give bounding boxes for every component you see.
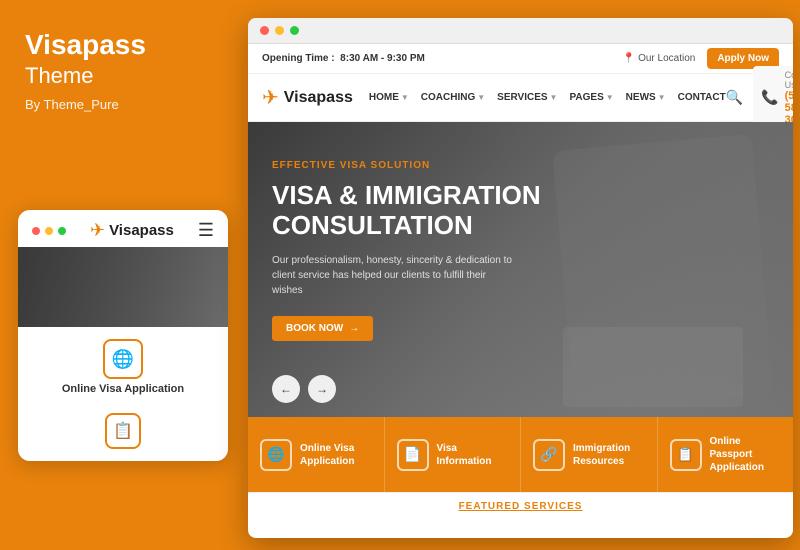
brand-name: Visapass — [25, 30, 220, 61]
nav-logo-text: Visapass — [284, 89, 353, 107]
immigration-label: ImmigrationResources — [573, 442, 630, 468]
online-visa-label: Online VisaApplication — [300, 442, 354, 468]
nav-menu: HOME ▼ COACHING ▼ SERVICES ▼ PAGES ▼ NEW… — [369, 92, 726, 103]
hero-section: EFFECTIVE VISA SOLUTION VISA & IMMIGRATI… — [248, 122, 793, 417]
hero-content: EFFECTIVE VISA SOLUTION VISA & IMMIGRATI… — [248, 122, 793, 361]
mobile-dot-red — [32, 227, 40, 235]
nav-item-services[interactable]: SERVICES ▼ — [497, 92, 557, 103]
nav-services-label: SERVICES — [497, 92, 547, 103]
mobile-service-section: 🌐 Online Visa Application — [18, 327, 228, 405]
service-item-visa-info[interactable]: 📄 VisaInformation — [385, 417, 522, 492]
brand-word: Theme — [25, 63, 220, 89]
phone-icon: 📞 — [761, 89, 778, 106]
brand-by: By Theme_Pure — [25, 97, 220, 112]
nav-item-coaching[interactable]: COACHING ▼ — [421, 92, 485, 103]
mobile-top-bar: ✈ Visapass ☰ — [18, 210, 228, 247]
mobile-logo-icon: ✈ — [90, 220, 105, 241]
nav-home-arrow: ▼ — [401, 93, 409, 102]
contact-phone: (555) 5802 3059 — [785, 90, 793, 126]
mobile-hero-bg — [18, 247, 228, 327]
left-panel: Visapass Theme By Theme_Pure ✈ Visapass … — [0, 0, 245, 550]
mobile-dots — [32, 227, 66, 235]
nav-logo[interactable]: ✈ Visapass — [262, 85, 353, 110]
immigration-icon: 🔗 — [533, 439, 565, 471]
visa-info-label: VisaInformation — [437, 442, 492, 468]
nav-top-strip: Opening Time : 8:30 AM - 9:30 PM 📍 Our L… — [248, 44, 793, 74]
hero-description: Our professionalism, honesty, sincerity … — [272, 253, 512, 298]
nav-right: 🔍 📞 Contact Us (555) 5802 3059 — [726, 66, 793, 130]
contact-us-label: Contact Us — [785, 70, 793, 90]
location-label: Our Location — [638, 53, 695, 64]
mobile-hero-image — [18, 247, 228, 327]
nav-pages-arrow: ▼ — [606, 93, 614, 102]
service-item-online-visa[interactable]: 🌐 Online VisaApplication — [248, 417, 385, 492]
nav-item-contact[interactable]: CONTACT — [678, 92, 726, 103]
mobile-mockup: ✈ Visapass ☰ 🌐 Online Visa Application 📋 — [18, 210, 228, 461]
mobile-hamburger-icon[interactable]: ☰ — [198, 220, 214, 241]
book-now-label: BOOK NOW — [286, 323, 343, 334]
browser-dot-red — [260, 26, 269, 35]
mobile-visa-icon: 🌐 — [103, 339, 143, 379]
nav-bar: ✈ Visapass HOME ▼ COACHING ▼ SERVICES ▼ … — [248, 74, 793, 122]
nav-contact-label: CONTACT — [678, 92, 726, 103]
book-now-button[interactable]: BOOK NOW → — [272, 316, 373, 341]
nav-contact-info: Contact Us (555) 5802 3059 — [785, 70, 793, 126]
nav-logo-plane-icon: ✈ — [262, 85, 279, 110]
nav-coaching-label: COACHING — [421, 92, 475, 103]
featured-footer: FEATURED SERVICES — [248, 492, 793, 520]
mobile-logo-text: Visapass — [109, 222, 174, 239]
services-bar: 🌐 Online VisaApplication 📄 VisaInformati… — [248, 417, 793, 492]
passport-label: Online PassportApplication — [710, 435, 782, 474]
opening-hours: 8:30 AM - 9:30 PM — [340, 53, 425, 64]
passport-icon: 📋 — [670, 439, 702, 471]
nav-coaching-arrow: ▼ — [477, 93, 485, 102]
mobile-logo: ✈ Visapass — [90, 220, 174, 241]
browser-mockup: Opening Time : 8:30 AM - 9:30 PM 📍 Our L… — [248, 18, 793, 538]
service-item-immigration[interactable]: 🔗 ImmigrationResources — [521, 417, 658, 492]
search-icon[interactable]: 🔍 — [726, 89, 743, 106]
mobile-bottom-section: 📋 — [18, 405, 228, 461]
mobile-dot-green — [58, 227, 66, 235]
nav-home-label: HOME — [369, 92, 399, 103]
mobile-dot-yellow — [45, 227, 53, 235]
featured-label: FEATURED SERVICES — [262, 501, 779, 512]
hero-prev-arrow[interactable]: ← — [272, 375, 300, 403]
nav-contact-box: 📞 Contact Us (555) 5802 3059 — [753, 66, 793, 130]
mobile-bottom-icon-box: 📋 — [105, 413, 141, 449]
hero-nav-arrows: ← → — [272, 375, 336, 403]
opening-time: Opening Time : 8:30 AM - 9:30 PM — [262, 53, 425, 64]
mobile-service-label: Online Visa Application — [62, 383, 184, 395]
browser-dot-yellow — [275, 26, 284, 35]
online-visa-icon: 🌐 — [260, 439, 292, 471]
nav-services-arrow: ▼ — [550, 93, 558, 102]
hero-title: VISA & IMMIGRATION CONSULTATION — [272, 181, 552, 241]
nav-item-news[interactable]: NEWS ▼ — [626, 92, 666, 103]
hero-next-arrow[interactable]: → — [308, 375, 336, 403]
nav-item-pages[interactable]: PAGES ▼ — [569, 92, 613, 103]
browser-top-bar — [248, 18, 793, 44]
book-now-arrow-icon: → — [349, 323, 359, 334]
opening-label: Opening Time : — [262, 53, 335, 64]
nav-item-home[interactable]: HOME ▼ — [369, 92, 409, 103]
nav-pages-label: PAGES — [569, 92, 603, 103]
hero-eyebrow: EFFECTIVE VISA SOLUTION — [272, 160, 769, 171]
location-pin-icon: 📍 — [623, 53, 635, 64]
nav-news-label: NEWS — [626, 92, 656, 103]
visa-info-icon: 📄 — [397, 439, 429, 471]
nav-news-arrow: ▼ — [658, 93, 666, 102]
service-item-passport[interactable]: 📋 Online PassportApplication — [658, 417, 794, 492]
location-link[interactable]: 📍 Our Location — [623, 53, 696, 64]
browser-dot-green — [290, 26, 299, 35]
